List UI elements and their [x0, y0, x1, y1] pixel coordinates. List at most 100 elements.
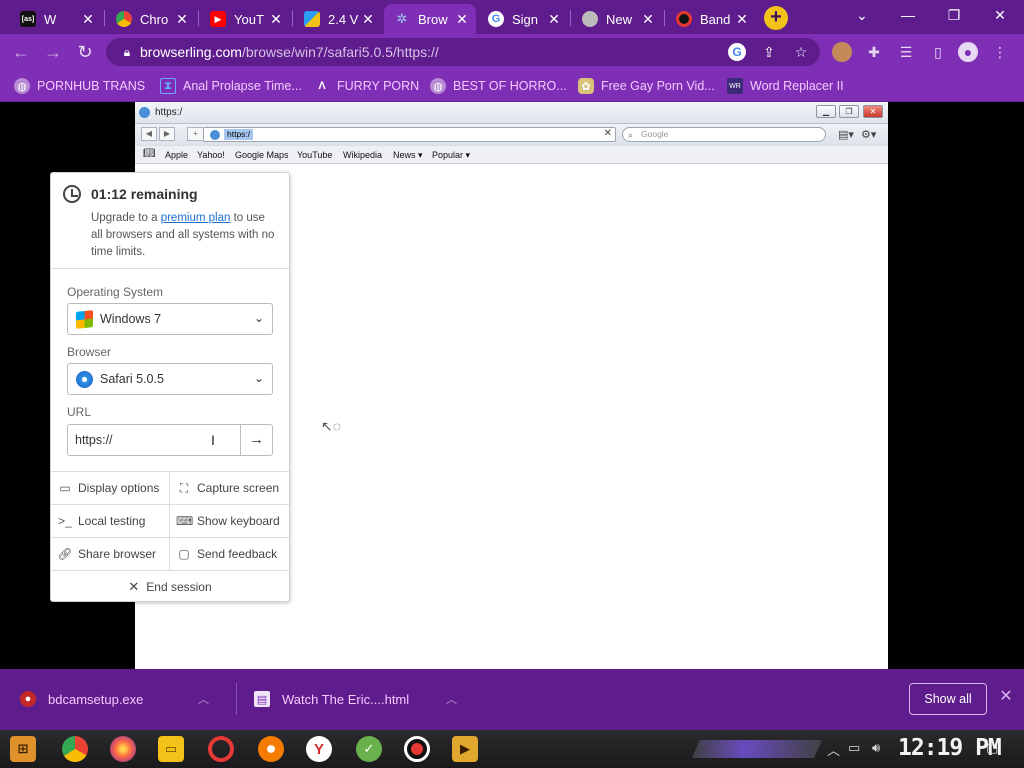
tab-search-icon[interactable]: ⌄ — [842, 4, 882, 26]
menu-kebab-icon[interactable]: ⋮ — [990, 42, 1010, 62]
os-select[interactable]: Windows 7 ⌄ — [67, 303, 273, 335]
maximize-button[interactable]: ❐ — [934, 4, 974, 26]
remote-bookmark[interactable]: YouTube — [297, 150, 332, 160]
remote-maximize-button[interactable]: ❐ — [839, 105, 859, 118]
bandicam-taskbar-icon[interactable] — [404, 736, 430, 762]
tray-chevron-up-icon[interactable]: ︿ — [827, 740, 840, 759]
tab-3[interactable]: ▶ YouT ✕ — [200, 4, 290, 34]
tab-2[interactable]: Chro ✕ — [106, 4, 196, 34]
remote-address-value[interactable]: https:/ — [224, 129, 254, 140]
tab-close-icon[interactable]: ✕ — [454, 11, 470, 28]
media-player-icon[interactable]: ▶ — [452, 736, 478, 762]
firefox-taskbar-icon[interactable] — [110, 736, 136, 762]
tab-4[interactable]: 2.4 V ✕ — [294, 4, 382, 34]
tab-favicon-squares-icon — [304, 11, 320, 27]
close-window-button[interactable]: ✕ — [980, 4, 1020, 26]
premium-plan-link[interactable]: premium plan — [161, 212, 231, 224]
chrome-taskbar-icon[interactable] — [62, 736, 88, 762]
bookmark-item[interactable]: WR Word Replacer II — [727, 77, 844, 95]
address-bar[interactable]: 🔒︎ browserling.com/browse/win7/safari5.0… — [106, 38, 820, 66]
lock-icon: 🔒︎ — [123, 44, 131, 59]
end-session-button[interactable]: ✕ End session — [51, 571, 289, 603]
remote-bookmark[interactable]: Wikipedia — [343, 150, 382, 160]
remote-minimize-button[interactable]: ▁ — [816, 105, 836, 118]
start-button-icon[interactable]: ⊞ — [10, 736, 36, 762]
text-cursor-icon: I — [211, 432, 215, 448]
minimize-button[interactable]: — — [888, 4, 928, 26]
local-testing-button[interactable]: >_ Local testing — [51, 505, 170, 538]
bookmark-label: Anal Prolapse Time... — [183, 79, 302, 93]
remote-settings-gear-icon[interactable]: ⚙▾ — [861, 128, 876, 141]
remote-add-bookmark-icon[interactable]: + — [187, 127, 203, 141]
profile-extension-icon[interactable] — [832, 42, 852, 62]
remote-book-icon[interactable]: 📖︎ — [143, 148, 156, 159]
remote-bookmark[interactable]: News ▾ — [393, 150, 423, 161]
back-arrow-icon[interactable]: ← — [10, 41, 32, 63]
reload-icon[interactable]: ↻ — [74, 41, 96, 63]
google-lens-icon[interactable]: G — [728, 43, 746, 61]
bookmark-item[interactable]: ⧗ Anal Prolapse Time... — [160, 77, 302, 95]
tab-close-icon[interactable]: ✕ — [546, 11, 562, 28]
bookmark-item[interactable]: ◍ PORNHUB TRANS — [14, 77, 145, 95]
tab-7[interactable]: New ✕ — [572, 4, 662, 34]
bookmark-label: FURRY PORN — [337, 79, 420, 93]
share-browser-button[interactable]: 🔗︎ Share browser — [51, 538, 170, 571]
remote-stop-icon[interactable]: ✕ — [604, 128, 612, 139]
tab-close-icon[interactable]: ✕ — [360, 11, 376, 28]
tab-6[interactable]: G Sign ✕ — [478, 4, 568, 34]
remote-close-button[interactable]: ✕ — [863, 105, 883, 118]
reading-list-icon[interactable]: ☰ — [896, 42, 916, 62]
notifications-icon[interactable]: ▢ — [986, 740, 998, 756]
remote-page-menu-icon[interactable]: ▤▾ — [838, 128, 854, 141]
go-arrow-button[interactable]: → — [240, 425, 272, 455]
remote-address-field[interactable]: https:/ ✕ — [203, 127, 616, 142]
bookmark-item[interactable]: Λ FURRY PORN — [314, 77, 419, 95]
tab-close-icon[interactable]: ✕ — [268, 11, 284, 28]
remote-forward-icon[interactable]: ▶ — [159, 127, 175, 141]
opera-taskbar-icon[interactable] — [208, 736, 234, 762]
share-icon[interactable]: ⇪ — [760, 43, 778, 61]
display-options-button[interactable]: ▭ Display options — [51, 472, 170, 505]
network-icon[interactable]: ▭ — [848, 740, 860, 756]
tab-close-icon[interactable]: ✕ — [80, 11, 96, 28]
chevron-up-icon[interactable]: ︿ — [446, 691, 457, 707]
remote-bookmark[interactable]: Google Maps — [235, 150, 289, 160]
tab-close-icon[interactable]: ✕ — [174, 11, 190, 28]
bookmark-item[interactable]: ✿ Free Gay Porn Vid... — [578, 77, 715, 95]
extensions-puzzle-icon[interactable]: ✚ — [864, 42, 884, 62]
close-icon[interactable]: ✕ — [998, 689, 1014, 705]
bookmark-star-icon[interactable]: ☆ — [792, 43, 810, 61]
download-item[interactable]: ● bdcamsetup.exe ︿ — [20, 686, 209, 712]
browser-select[interactable]: Safari 5.0.5 ⌄ — [67, 363, 273, 395]
capture-screen-button[interactable]: ⛶ Capture screen — [170, 472, 289, 505]
chevron-up-icon[interactable]: ︿ — [198, 691, 209, 707]
green-app-icon[interactable]: ✓ — [356, 736, 382, 762]
tab-close-icon[interactable]: ✕ — [734, 11, 750, 28]
tab-5-active[interactable]: ✲ Brow ✕ — [384, 4, 476, 34]
remote-back-icon[interactable]: ◀ — [141, 127, 157, 141]
chevron-down-icon: ⌄ — [253, 371, 264, 385]
tab-1[interactable]: [as] W ✕ — [10, 4, 102, 34]
new-tab-button[interactable]: + — [764, 6, 788, 30]
remote-search-field[interactable]: ⌕ Google — [622, 127, 826, 142]
account-avatar-icon[interactable]: ● — [958, 42, 978, 62]
send-feedback-button[interactable]: ▢ Send feedback — [170, 538, 289, 571]
remote-bookmark[interactable]: Apple — [165, 150, 188, 160]
volume-icon[interactable]: 🔊︎ — [872, 740, 880, 756]
show-keyboard-button[interactable]: ⌨ Show keyboard — [170, 505, 289, 538]
download-item[interactable]: ▤ Watch The Eric....html ︿ — [254, 686, 457, 712]
tab-close-icon[interactable]: ✕ — [640, 11, 656, 28]
yandex-browser-icon[interactable]: Y — [306, 736, 332, 762]
show-all-downloads-button[interactable]: Show all — [909, 683, 987, 715]
shield-app-icon[interactable] — [258, 736, 284, 762]
tab-8[interactable]: Band ✕ — [666, 4, 756, 34]
remote-bookmark[interactable]: Yahoo! — [197, 150, 225, 160]
bookmark-item[interactable]: ◍ BEST OF HORRO... — [430, 77, 567, 95]
address-url[interactable]: browserling.com/browse/win7/safari5.0.5/… — [140, 44, 439, 60]
tab-favicon-chrome-icon — [582, 11, 598, 27]
remote-bookmark[interactable]: Popular ▾ — [432, 150, 470, 161]
side-panel-icon[interactable]: ▯ — [928, 42, 948, 62]
forward-arrow-icon[interactable]: → — [42, 41, 64, 63]
file-explorer-icon[interactable]: ▭ — [158, 736, 184, 762]
capture-frame-icon: ⛶ — [179, 480, 189, 495]
